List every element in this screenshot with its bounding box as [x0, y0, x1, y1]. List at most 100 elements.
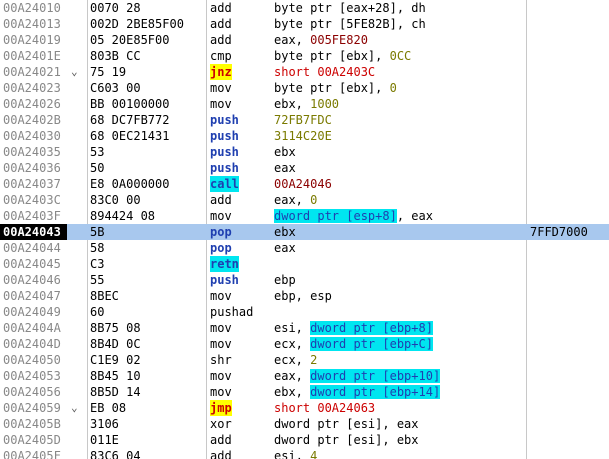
mnemonic-cell: pop	[210, 241, 232, 255]
instruction-row[interactable]: 00A2405D 011E add dword ptr [esi], ebx	[0, 432, 609, 448]
instruction-row[interactable]: 00A24047 8BEC mov ebp, esp	[0, 288, 609, 304]
hex-bytes-cell: 83C0 00	[90, 193, 141, 207]
instruction-row[interactable]: 00A24026 BB 00100000 mov ebx, 1000	[0, 96, 609, 112]
instruction-row[interactable]: 00A24046 55 push ebp	[0, 272, 609, 288]
hex-bytes-cell: 83C6 04	[90, 449, 141, 459]
hex-bytes-cell: 894424 08	[90, 209, 156, 223]
instruction-row[interactable]: 00A2402B 68 DC7FB772 push 72FB7FDC	[0, 112, 609, 128]
hex-bytes-cell: 68 DC7FB772	[90, 113, 170, 127]
mnemonic-cell: mov	[210, 289, 232, 303]
operands-cell: dword ptr [esi], eax	[274, 416, 419, 432]
instruction-row[interactable]: 00A2405B 3106 xor dword ptr [esi], eax	[0, 416, 609, 432]
mnemonic-cell: push	[210, 145, 239, 159]
address-cell: 00A24044	[3, 241, 61, 255]
instruction-row[interactable]: 00A24049 60 pushad	[0, 304, 609, 320]
mnemonic-cell: pop	[210, 225, 232, 239]
mnemonic-cell: mov	[210, 97, 232, 111]
disassembly-pane[interactable]: 00A24010 0070 28 add byte ptr [eax+28], dh 0…	[0, 0, 609, 459]
operand-part: ebx,	[274, 385, 311, 399]
mnemonic-cell: jnz	[210, 64, 232, 80]
mnemonic-cell: add	[210, 1, 232, 15]
address-cell: 00A2404D	[3, 337, 61, 351]
operand-part: byte ptr [ebx],	[274, 81, 390, 95]
instruction-row[interactable]: 00A24030 68 0EC21431 push 3114C20E	[0, 128, 609, 144]
operands-cell: esi, 4	[274, 448, 317, 459]
operand-part: byte ptr [ebx],	[274, 49, 390, 63]
hex-bytes-cell: 8BEC	[90, 289, 119, 303]
instruction-row[interactable]: 00A24013 002D 2BE85F00 add byte ptr [5FE82B…	[0, 16, 609, 32]
mnemonic-cell: add	[210, 433, 232, 447]
operand-part: byte ptr [eax+28], dh	[274, 1, 426, 15]
operand-part: ecx,	[274, 353, 311, 367]
operand-part: 0	[310, 193, 318, 207]
operand-part: 2	[310, 353, 318, 367]
operand-part: dword ptr [esp+8]	[274, 209, 397, 223]
mnemonic-cell: mov	[210, 321, 232, 335]
mnemonic-cell: add	[210, 193, 232, 207]
selected-instruction-row[interactable]: 00A24043 5B pop ebx 7FFD7000	[0, 224, 609, 240]
operand-part: dword ptr [ebp+8]	[310, 321, 433, 335]
address-cell: 00A2405B	[3, 417, 61, 431]
instruction-row[interactable]: 00A24023 C603 00 mov byte ptr [ebx], 0	[0, 80, 609, 96]
instruction-row[interactable]: 00A24035 53 push ebx	[0, 144, 609, 160]
address-cell: 00A24053	[3, 369, 61, 383]
operand-part: eax	[274, 161, 296, 175]
hex-bytes-cell: 3106	[90, 417, 119, 431]
operand-part: 3114C20E	[274, 129, 332, 143]
instruction-row[interactable]: 00A24056 8B5D 14 mov ebx, dword ptr [ebp+14…	[0, 384, 609, 400]
operand-part: ebp	[274, 273, 296, 287]
operand-part: 72FB7FDC	[274, 113, 332, 127]
instruction-row[interactable]: 00A2401E 803B CC cmp byte ptr [ebx], 0CC	[0, 48, 609, 64]
instruction-row[interactable]: 00A2404A 8B75 08 mov esi, dword ptr [ebp+8]	[0, 320, 609, 336]
operands-cell: dword ptr [esp+8], eax	[274, 208, 433, 224]
operands-cell: short 00A2403C	[274, 64, 375, 80]
address-cell: 00A24047	[3, 289, 61, 303]
operand-part: dword ptr [ebp+C]	[310, 337, 433, 351]
operands-cell: dword ptr [esi], ebx	[274, 432, 419, 448]
hex-bytes-cell: 75 19	[90, 65, 127, 79]
instruction-row[interactable]: 00A24044 58 pop eax	[0, 240, 609, 256]
address-cell: 00A2405D	[3, 433, 61, 447]
address-cell: 00A24059	[3, 401, 61, 415]
instruction-row[interactable]: 00A2405F 83C6 04 add esi, 4	[0, 448, 609, 459]
hex-bytes-cell: 58	[90, 241, 105, 255]
comment-cell: 7FFD7000	[530, 225, 588, 239]
hex-bytes-cell: E8 0A000000	[90, 177, 170, 191]
address-cell: 00A2403F	[3, 209, 61, 223]
address-cell: 00A24045	[3, 257, 61, 271]
hex-bytes-cell: 55	[90, 273, 105, 287]
mnemonic-cell: push	[210, 129, 239, 143]
address-cell: 00A24043	[0, 224, 67, 240]
operand-part: eax	[274, 241, 296, 255]
operand-part: dword ptr [ebp+10]	[310, 369, 441, 383]
operand-part: ebx	[274, 225, 296, 239]
instruction-row[interactable]: 00A2403C 83C0 00 add eax, 0	[0, 192, 609, 208]
operands-cell: byte ptr [eax+28], dh	[274, 0, 426, 16]
operands-cell: eax, 0	[274, 192, 317, 208]
instruction-row[interactable]: 00A24010 0070 28 add byte ptr [eax+28], dh	[0, 0, 609, 16]
operands-cell: ebp	[274, 272, 296, 288]
operand-part: ebx	[274, 145, 296, 159]
mnemonic-cell: jmp	[210, 400, 232, 416]
instruction-row[interactable]: 00A24053 8B45 10 mov eax, dword ptr [ebp+10…	[0, 368, 609, 384]
mnemonic-cell: add	[210, 449, 232, 459]
address-cell: 00A2404A	[3, 321, 61, 335]
instruction-row[interactable]: 00A2404D 8B4D 0C mov ecx, dword ptr [ebp+C]	[0, 336, 609, 352]
mnemonic-cell: add	[210, 33, 232, 47]
operands-cell: esi, dword ptr [ebp+8]	[274, 320, 433, 336]
operands-cell: ecx, 2	[274, 352, 317, 368]
instruction-row[interactable]: 00A2403F 894424 08 mov dword ptr [esp+8], e…	[0, 208, 609, 224]
mnemonic-cell: shr	[210, 353, 232, 367]
instruction-row[interactable]: 00A24021 ⌄ 75 19 jnz short 00A2403C	[0, 64, 609, 80]
instruction-row[interactable]: 00A24045 C3 retn	[0, 256, 609, 272]
operand-part: , eax	[396, 209, 433, 223]
instruction-row[interactable]: 00A24050 C1E9 02 shr ecx, 2	[0, 352, 609, 368]
operand-part: dword ptr [esi], ebx	[274, 433, 419, 447]
instruction-row[interactable]: 00A24019 05 20E85F00 add eax, 005FE820	[0, 32, 609, 48]
address-cell: 00A24050	[3, 353, 61, 367]
instruction-row[interactable]: 00A24059 ⌄ EB 08 jmp short 00A24063	[0, 400, 609, 416]
operands-cell: 00A24046	[274, 176, 332, 192]
instruction-row[interactable]: 00A24037 E8 0A000000 call 00A24046	[0, 176, 609, 192]
operand-part: 1000	[310, 97, 340, 111]
instruction-row[interactable]: 00A24036 50 push eax	[0, 160, 609, 176]
